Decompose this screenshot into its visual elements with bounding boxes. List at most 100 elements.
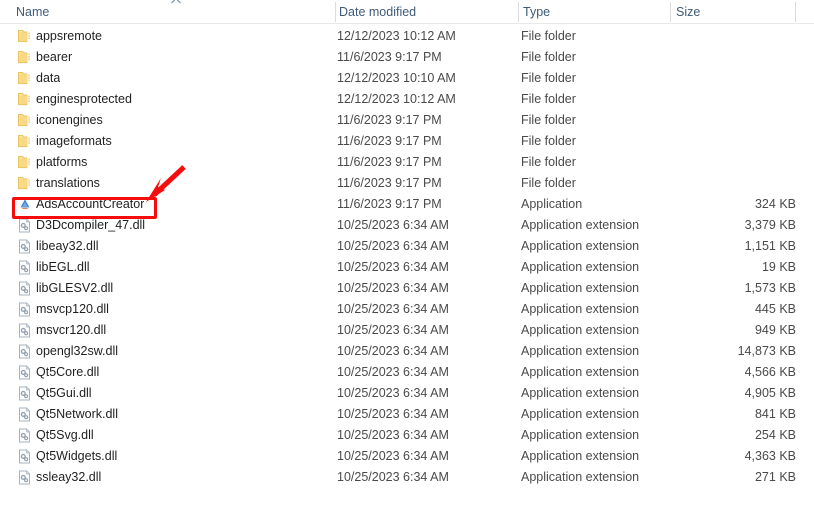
file-name-cell: Qt5Gui.dll	[36, 386, 92, 400]
table-row[interactable]: AdsAccountCreator 11/6/2023 9:17 PM Applic…	[0, 194, 814, 215]
type-cell: Application extension	[521, 365, 640, 379]
type-cell: File folder	[521, 134, 576, 148]
column-header-name[interactable]: Name	[16, 0, 49, 24]
table-row[interactable]: Qt5Svg.dll 10/25/2023 6:34 AM Application …	[0, 425, 814, 446]
table-row[interactable]: libeay32.dll 10/25/2023 6:34 AM Applicatio…	[0, 236, 814, 257]
file-name-cell: Qt5Core.dll	[36, 365, 100, 379]
type-cell: File folder	[521, 71, 576, 85]
date-modified-cell: 10/25/2023 6:34 AM	[337, 260, 449, 274]
dll-icon	[17, 407, 33, 422]
date-modified-cell: 10/25/2023 6:34 AM	[337, 218, 449, 232]
folder-icon	[17, 71, 33, 86]
table-row[interactable]: data 12/12/2023 10:10 AM File folder	[0, 68, 814, 89]
column-header-size[interactable]: Size	[676, 0, 700, 24]
dll-icon	[17, 239, 33, 254]
file-name-cell: libeay32.dll	[36, 239, 99, 253]
type-cell: Application extension	[521, 449, 640, 463]
dll-icon	[17, 260, 33, 275]
date-modified-cell: 10/25/2023 6:34 AM	[337, 386, 449, 400]
table-row[interactable]: Qt5Gui.dll 10/25/2023 6:34 AM Application …	[0, 383, 814, 404]
table-row[interactable]: Qt5Network.dll 10/25/2023 6:34 AM Applicat…	[0, 404, 814, 425]
size-cell: 14,873 KB	[737, 344, 796, 358]
type-cell: Application extension	[521, 281, 640, 295]
type-cell: Application extension	[521, 218, 640, 232]
table-row[interactable]: imageformats 11/6/2023 9:17 PM File folder	[0, 131, 814, 152]
type-cell: Application extension	[521, 302, 640, 316]
table-row[interactable]: translations 11/6/2023 9:17 PM File folder	[0, 173, 814, 194]
table-row[interactable]: bearer 11/6/2023 9:17 PM File folder	[0, 47, 814, 68]
file-name-cell: opengl32sw.dll	[36, 344, 119, 358]
table-row[interactable]: Qt5Widgets.dll 10/25/2023 6:34 AM Applicat…	[0, 446, 814, 467]
table-row[interactable]: ssleay32.dll 10/25/2023 6:34 AM Applicatio…	[0, 467, 814, 488]
size-cell: 1,573 KB	[744, 281, 796, 295]
date-modified-cell: 12/12/2023 10:10 AM	[337, 71, 456, 85]
dll-icon	[17, 470, 33, 485]
date-modified-cell: 11/6/2023 9:17 PM	[337, 50, 442, 64]
file-name-cell: ssleay32.dll	[36, 470, 102, 484]
folder-icon	[17, 50, 33, 65]
file-name-cell: enginesprotected	[36, 92, 132, 106]
type-cell: Application extension	[521, 239, 640, 253]
type-cell: File folder	[521, 92, 576, 106]
table-row[interactable]: Qt5Core.dll 10/25/2023 6:34 AM Application…	[0, 362, 814, 383]
folder-icon	[17, 134, 33, 149]
table-row[interactable]: enginesprotected 12/12/2023 10:12 AM File …	[0, 89, 814, 110]
file-name-cell: msvcp120.dll	[36, 302, 109, 316]
date-modified-cell: 11/6/2023 9:17 PM	[337, 155, 442, 169]
file-name-cell: translations	[36, 176, 100, 190]
table-row[interactable]: msvcp120.dll 10/25/2023 6:34 AM Applicatio…	[0, 299, 814, 320]
file-list: appsremote 12/12/2023 10:12 AM File folder…	[0, 26, 814, 488]
type-cell: Application extension	[521, 344, 640, 358]
size-cell: 4,905 KB	[744, 386, 796, 400]
size-cell: 254 KB	[754, 428, 796, 442]
date-modified-cell: 12/12/2023 10:12 AM	[337, 92, 456, 106]
folder-icon	[17, 92, 33, 107]
date-modified-cell: 10/25/2023 6:34 AM	[337, 302, 449, 316]
table-row[interactable]: platforms 11/6/2023 9:17 PM File folder	[0, 152, 814, 173]
size-cell: 3,379 KB	[744, 218, 796, 232]
table-row[interactable]: D3Dcompiler_47.dll 10/25/2023 6:34 AM Appl…	[0, 215, 814, 236]
size-cell: 949 KB	[754, 323, 796, 337]
table-row[interactable]: appsremote 12/12/2023 10:12 AM File folder	[0, 26, 814, 47]
dll-icon	[17, 344, 33, 359]
file-name-cell: bearer	[36, 50, 73, 64]
table-row[interactable]: msvcr120.dll 10/25/2023 6:34 AM Applicatio…	[0, 320, 814, 341]
column-header-type[interactable]: Type	[523, 0, 550, 24]
file-name-cell: iconengines	[36, 113, 103, 127]
table-row[interactable]: libGLESV2.dll 10/25/2023 6:34 AM Applicati…	[0, 278, 814, 299]
file-name-cell: platforms	[36, 155, 88, 169]
size-cell: 19 KB	[761, 260, 796, 274]
column-divider-type-size[interactable]	[670, 2, 671, 22]
size-cell: 324 KB	[754, 197, 796, 211]
table-row[interactable]: opengl32sw.dll 10/25/2023 6:34 AM Applicat…	[0, 341, 814, 362]
size-cell: 4,363 KB	[744, 449, 796, 463]
folder-icon	[17, 113, 33, 128]
file-name-cell: libEGL.dll	[36, 260, 90, 274]
type-cell: File folder	[521, 155, 576, 169]
column-divider-date-type[interactable]	[518, 2, 519, 22]
file-name-cell: D3Dcompiler_47.dll	[36, 218, 146, 232]
date-modified-cell: 10/25/2023 6:34 AM	[337, 407, 449, 421]
type-cell: Application	[521, 197, 583, 211]
date-modified-cell: 11/6/2023 9:17 PM	[337, 134, 442, 148]
type-cell: Application extension	[521, 386, 640, 400]
type-cell: File folder	[521, 29, 576, 43]
folder-icon	[17, 29, 33, 44]
size-cell: 445 KB	[754, 302, 796, 316]
dll-icon	[17, 386, 33, 401]
column-divider-name-date[interactable]	[335, 2, 336, 22]
date-modified-cell: 11/6/2023 9:17 PM	[337, 113, 442, 127]
table-row[interactable]: libEGL.dll 10/25/2023 6:34 AM Application …	[0, 257, 814, 278]
type-cell: File folder	[521, 176, 576, 190]
date-modified-cell: 11/6/2023 9:17 PM	[337, 176, 442, 190]
size-cell: 271 KB	[754, 470, 796, 484]
column-divider-size-end[interactable]	[795, 2, 796, 22]
dll-icon	[17, 323, 33, 338]
file-name-cell: appsremote	[36, 29, 103, 43]
type-cell: Application extension	[521, 260, 640, 274]
dll-icon	[17, 218, 33, 233]
date-modified-cell: 10/25/2023 6:34 AM	[337, 281, 449, 295]
table-row[interactable]: iconengines 11/6/2023 9:17 PM File folder	[0, 110, 814, 131]
column-header-date-modified[interactable]: Date modified	[339, 0, 416, 24]
date-modified-cell: 10/25/2023 6:34 AM	[337, 449, 449, 463]
